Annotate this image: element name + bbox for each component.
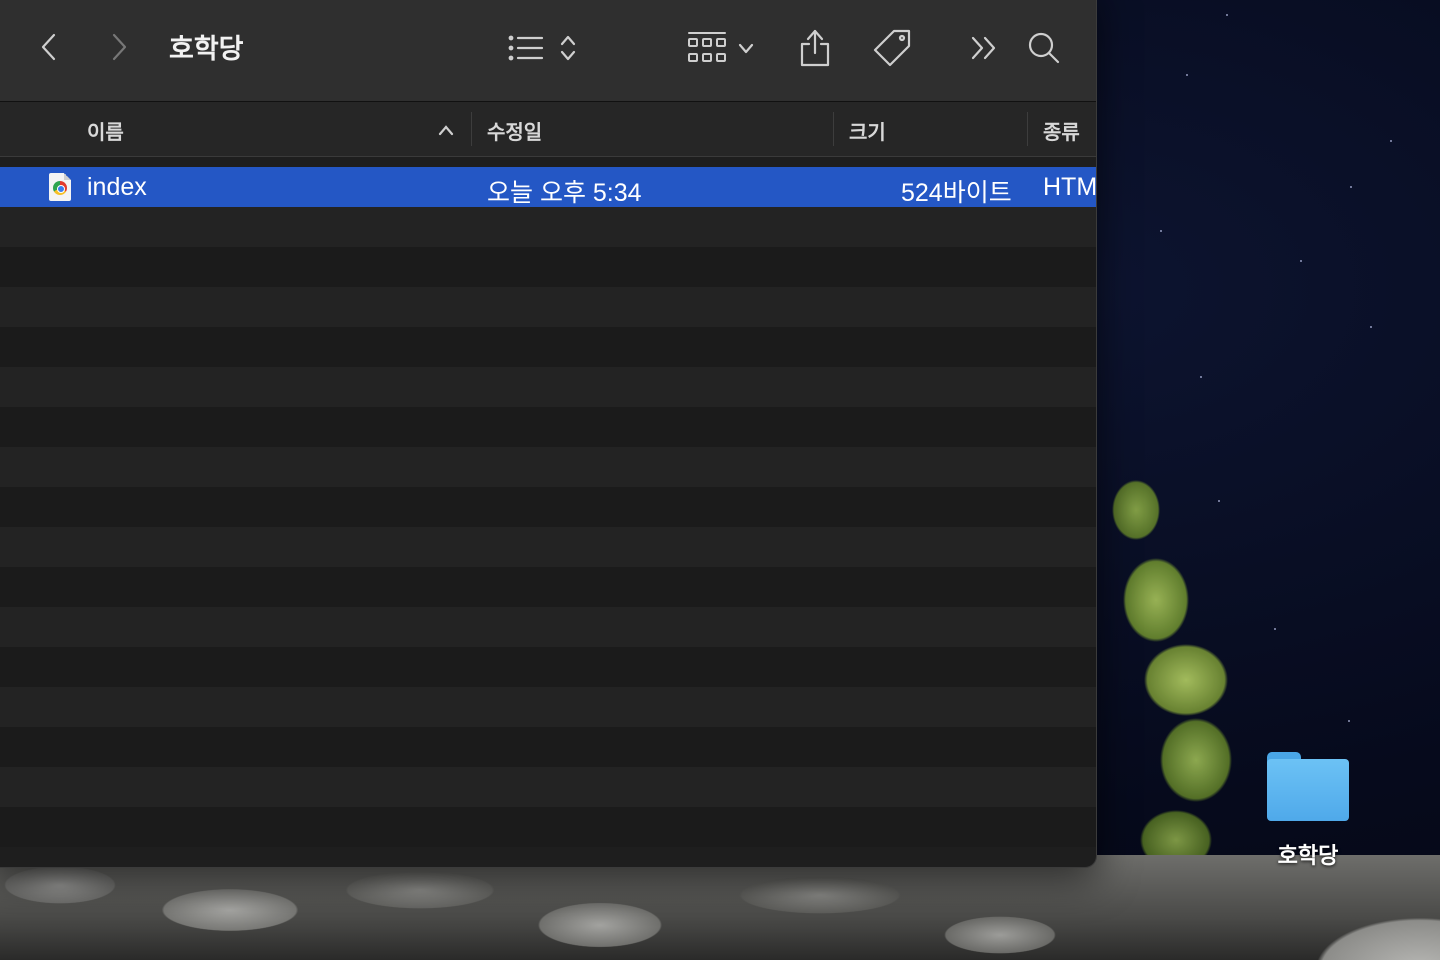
- grid-view-icon: [688, 32, 726, 62]
- empty-row: [0, 607, 1096, 647]
- column-size-header[interactable]: 크기: [849, 116, 886, 145]
- chevron-down-icon: [738, 43, 754, 54]
- tree: [1096, 470, 1256, 890]
- empty-row: [0, 447, 1096, 487]
- share-button[interactable]: [795, 25, 835, 69]
- file-row-index[interactable]: index 오늘 오후 5:34 524바이트 HTM: [0, 167, 1096, 207]
- star: [1390, 140, 1392, 142]
- star: [1348, 720, 1350, 722]
- chevron-left-icon: [41, 33, 56, 61]
- empty-row: [0, 367, 1096, 407]
- toolbar: 호학당: [0, 0, 1096, 102]
- group-button[interactable]: [685, 31, 757, 67]
- empty-row: [0, 647, 1096, 687]
- empty-row: [0, 687, 1096, 727]
- chevron-right-icon: [112, 33, 127, 61]
- view-options-button[interactable]: [505, 31, 581, 65]
- empty-row: [0, 487, 1096, 527]
- file-kind: HTM: [1043, 173, 1097, 201]
- rock-formation: [1280, 880, 1440, 960]
- empty-row: [0, 247, 1096, 287]
- star: [1350, 186, 1352, 188]
- column-name-header[interactable]: 이름: [87, 116, 124, 145]
- empty-row: [0, 807, 1096, 847]
- empty-row: [0, 727, 1096, 767]
- star: [1160, 230, 1162, 232]
- list-view-icon: [508, 35, 544, 61]
- chevron-up-icon[interactable]: [437, 124, 455, 136]
- star: [1226, 14, 1228, 16]
- more-icon: [971, 36, 996, 60]
- file-size: 524바이트: [901, 179, 1012, 207]
- column-divider[interactable]: [471, 112, 472, 146]
- empty-row: [0, 527, 1096, 567]
- empty-row: [0, 407, 1096, 447]
- tag-icon: [873, 29, 911, 67]
- column-modified-header[interactable]: 수정일: [487, 116, 542, 145]
- star: [1300, 260, 1302, 262]
- rock-formation: [0, 855, 1440, 960]
- empty-row: [0, 207, 1096, 247]
- empty-row: [0, 327, 1096, 367]
- tag-button[interactable]: [871, 27, 913, 69]
- empty-row: [0, 287, 1096, 327]
- folder-body: [1267, 759, 1349, 821]
- search-button[interactable]: [1025, 29, 1063, 67]
- empty-row: [0, 567, 1096, 607]
- star: [1200, 376, 1202, 378]
- column-divider[interactable]: [1027, 112, 1028, 146]
- share-icon: [800, 29, 830, 67]
- chrome-html-file-icon: [49, 173, 71, 201]
- empty-row: [0, 767, 1096, 807]
- finder-window: 호학당 이름 수정일 크기 종류 index 오늘 오후 5:34 524바이트…: [0, 0, 1097, 868]
- window-title: 호학당: [169, 34, 244, 64]
- file-list: index 오늘 오후 5:34 524바이트 HTM: [0, 167, 1096, 847]
- more-toolbar-button[interactable]: [967, 33, 1001, 63]
- star: [1370, 326, 1372, 328]
- sort-updown-icon: [560, 35, 576, 61]
- star: [1186, 74, 1188, 76]
- folder-icon[interactable]: [1267, 752, 1349, 822]
- chrome-logo-icon: [53, 181, 67, 195]
- search-icon: [1028, 32, 1060, 64]
- forward-button[interactable]: [105, 31, 133, 63]
- column-kind-header[interactable]: 종류: [1043, 116, 1080, 145]
- star: [1274, 628, 1276, 630]
- column-divider[interactable]: [833, 112, 834, 146]
- file-name: index: [87, 173, 147, 201]
- desktop-folder-label[interactable]: 호학당: [1250, 838, 1366, 870]
- back-button[interactable]: [35, 31, 63, 63]
- file-modified: 오늘 오후 5:34: [487, 179, 642, 207]
- column-header: 이름 수정일 크기 종류: [0, 102, 1096, 157]
